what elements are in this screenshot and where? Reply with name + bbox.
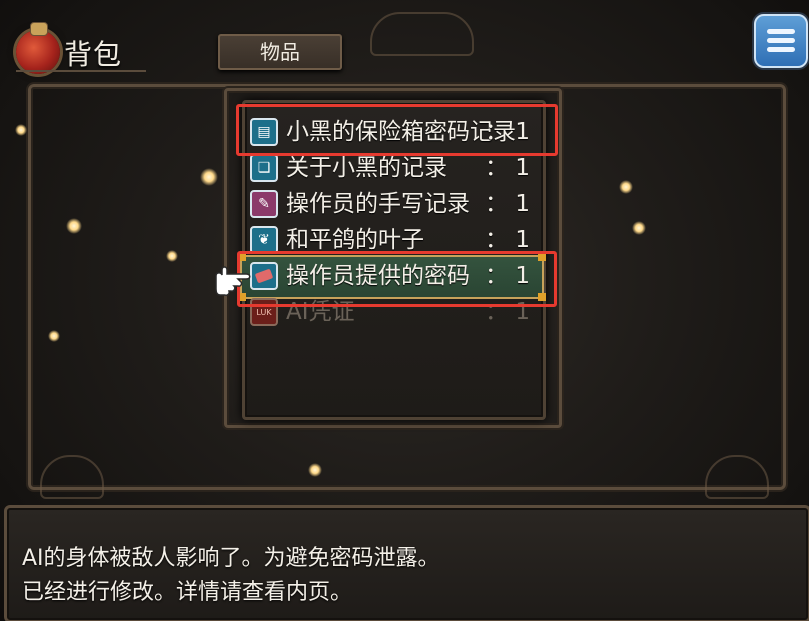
item-separator: ： <box>485 191 509 217</box>
light-particle <box>308 463 322 477</box>
light-particle <box>15 124 27 136</box>
menu-hamburger-icon <box>767 29 795 34</box>
menu-hamburger-icon-bar <box>767 47 795 52</box>
light-particle <box>200 168 218 186</box>
item-quantity: ： 1 <box>485 188 530 220</box>
tab-items[interactable]: 物品 <box>218 34 342 70</box>
item-qty-value: 1 <box>515 155 530 181</box>
bag-title: 背包 <box>64 38 123 71</box>
light-particle <box>632 221 646 235</box>
menu-button[interactable] <box>754 14 808 68</box>
item-qty-value: 1 <box>515 191 530 217</box>
item-qty-value: 1 <box>515 227 530 253</box>
light-particle <box>66 218 82 234</box>
top-ornament <box>370 12 474 56</box>
book-icon: ❏ <box>250 154 278 182</box>
light-particle <box>48 330 60 342</box>
feather-note-icon: ✎ <box>250 190 278 218</box>
annotation-highlight-box <box>236 104 558 156</box>
palm-leaf-icon: ❦ <box>250 226 278 254</box>
description-line-1: AI的身体被敌人影响了。为避免密码泄露。 <box>22 546 440 571</box>
pointing-hand-icon <box>215 266 251 296</box>
list-item[interactable]: ❏ 关于小黑的记录 ： 1 <box>250 152 532 184</box>
item-name: 关于小黑的记录 <box>286 155 447 181</box>
light-particle <box>619 180 633 194</box>
list-item[interactable]: ✎ 操作员的手写记录 ： 1 <box>250 188 532 220</box>
item-separator: ： <box>485 227 509 253</box>
menu-hamburger-icon-bar <box>767 38 795 43</box>
game-screen: 背包 物品 ▤ 小黑的保险箱密码记录 ： 1 ❏ 关于小黑的记录 ： 1 ✎ 操… <box>0 0 809 621</box>
bag-emblem-icon <box>16 22 60 74</box>
item-name: 操作员的手写记录 <box>286 191 470 217</box>
item-quantity: ： 1 <box>485 152 530 184</box>
description-line-2: 已经进行修改。详情请查看内页。 <box>22 580 353 605</box>
light-particle <box>166 250 178 262</box>
item-separator: ： <box>485 155 509 181</box>
title-divider <box>16 70 146 72</box>
annotation-highlight-box <box>237 251 557 307</box>
